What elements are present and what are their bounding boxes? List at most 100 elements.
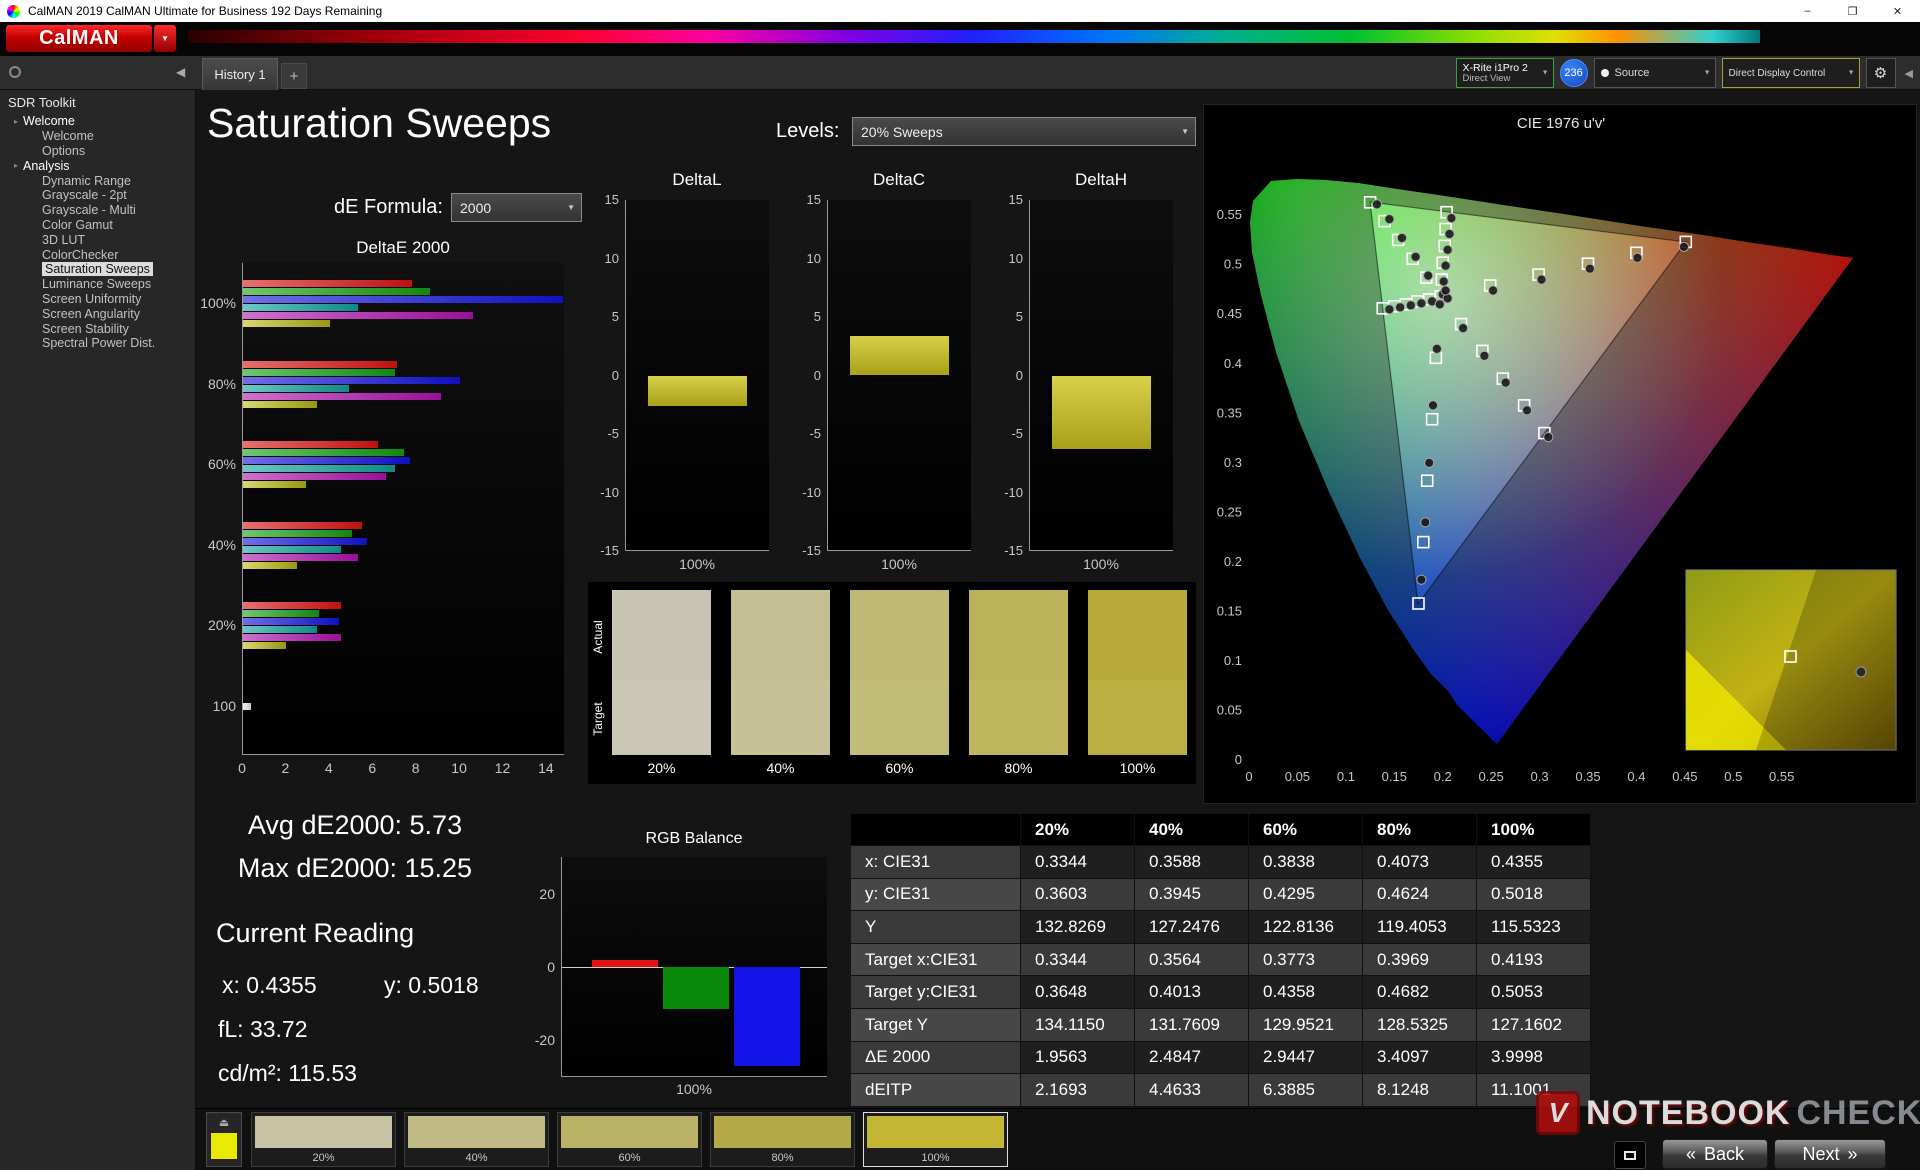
deltae-bar-blue — [243, 537, 367, 545]
sweep-patch-label: 20% — [312, 1152, 335, 1164]
deltae-bar-red — [243, 441, 378, 449]
sidebar-item-welcome[interactable]: Welcome — [0, 129, 196, 144]
chevron-down-icon: ▼ — [1847, 69, 1855, 77]
cie-x-tick: 0.1 — [1337, 769, 1355, 784]
strip-swatch-actual — [969, 590, 1068, 680]
sweep-patch-button-60[interactable]: 60% — [557, 1112, 702, 1167]
tab-history-1[interactable]: History 1 — [202, 58, 278, 90]
sidebar-item-options[interactable]: Options — [0, 144, 196, 159]
sidebar-item-color-gamut[interactable]: Color Gamut — [0, 218, 196, 233]
table-cell: 1.9563 — [1021, 1041, 1135, 1075]
next-button[interactable]: Next » — [1774, 1139, 1886, 1169]
sweep-patch-button-80[interactable]: 80% — [710, 1112, 855, 1167]
deltae-bar-blue — [243, 296, 563, 303]
panel-collapse-icon[interactable]: ◀ — [1902, 67, 1916, 80]
meter-selector[interactable]: X-Rite i1Pro 2 Direct View ▼ — [1455, 58, 1554, 88]
deltae-bar-magenta — [243, 553, 359, 561]
table-row-label: Target Y — [851, 1008, 1021, 1042]
minimize-icon[interactable]: – — [1785, 0, 1830, 22]
table-cell: 0.4073 — [1363, 846, 1477, 879]
table-row-label: dEITP — [851, 1074, 1021, 1107]
window-mode-button[interactable] — [1614, 1141, 1646, 1169]
cie-x-tick: 0.2 — [1434, 769, 1452, 784]
strip-swatch-target — [612, 680, 711, 755]
source-selector[interactable]: Source ▼ — [1593, 58, 1716, 88]
cie-measured-point — [1405, 300, 1416, 311]
table-cell: 115.5323 — [1477, 911, 1591, 944]
cie-measured-point — [1440, 285, 1451, 296]
display-control-selector[interactable]: Direct Display Control ▼ — [1721, 58, 1860, 88]
sidebar-item-screen-uniformity[interactable]: Screen Uniformity — [0, 292, 196, 307]
strip-swatch-label: 40% — [766, 760, 795, 776]
workflow-title: SDR Toolkit — [8, 95, 76, 110]
deltae-bar-cyan — [243, 545, 341, 553]
cie-measured-point — [1416, 574, 1427, 585]
sidebar-item-label: Color Gamut — [42, 217, 113, 232]
deltae-bar-yellow — [243, 642, 287, 650]
table-cell: 2.4847 — [1135, 1041, 1249, 1075]
table-cell: 131.7609 — [1135, 1008, 1249, 1042]
window-icon — [1624, 1150, 1636, 1160]
sidebar-item-spectral-power-dist[interactable]: Spectral Power Dist. — [0, 336, 196, 351]
close-icon[interactable]: ✕ — [1875, 0, 1920, 22]
sidebar-item-colorchecker[interactable]: ColorChecker — [0, 247, 196, 262]
sweep-patch-button-100[interactable]: 100% — [863, 1112, 1008, 1167]
deltae-chart-title: DeltaE 2000 — [356, 238, 450, 257]
sidebar-item-grayscale-2pt[interactable]: Grayscale - 2pt — [0, 188, 196, 203]
reading-count-badge[interactable]: 236 — [1559, 59, 1588, 87]
sidebar: SDR Toolkit ▸ Welcome Welcome Options ▸ Analy… — [0, 90, 196, 1170]
cie-y-tick: 0.1 — [1224, 653, 1242, 668]
sidebar-item-dynamic-range[interactable]: Dynamic Range — [0, 173, 196, 188]
sidebar-item-grayscale-multi[interactable]: Grayscale - Multi — [0, 203, 196, 218]
formula-dropdown[interactable]: 2000 ▼ — [451, 193, 582, 222]
notebookcheck-logo-icon: V — [1536, 1091, 1580, 1135]
levels-dropdown[interactable]: 20% Sweeps ▼ — [852, 117, 1196, 146]
deltae-bar-red — [243, 602, 341, 610]
back-button[interactable]: « Back — [1662, 1139, 1768, 1169]
cie-measured-point — [1440, 260, 1451, 271]
deltae-bar-yellow — [243, 400, 317, 408]
table-column-header: 80% — [1363, 814, 1477, 846]
maximize-icon[interactable]: ❐ — [1830, 0, 1875, 22]
workflow-dot-icon[interactable] — [9, 66, 21, 78]
cie-measured-point — [1446, 213, 1457, 224]
table-row-label: Target x:CIE31 — [851, 943, 1021, 977]
sidebar-item-3d-lut[interactable]: 3D LUT — [0, 232, 196, 247]
cie-measured-point — [1371, 199, 1382, 210]
new-tab-button[interactable]: + — [281, 63, 307, 89]
deltae-x-tick: 0 — [238, 760, 246, 776]
sweep-patch-label: 60% — [618, 1152, 641, 1164]
sidebar-item-luminance-sweeps[interactable]: Luminance Sweeps — [0, 277, 196, 292]
gear-icon[interactable]: ⚙ — [1865, 58, 1896, 88]
target-label: Target — [591, 702, 605, 736]
logo-menu-arrow-icon[interactable]: ▼ — [154, 25, 176, 52]
sidebar-item-saturation-sweeps[interactable]: Saturation Sweeps — [0, 262, 196, 277]
table-cell: 128.5325 — [1363, 1008, 1477, 1042]
current-patch-panel[interactable]: ⏏ — [206, 1112, 242, 1167]
y-tick: -5 — [607, 426, 619, 441]
sidebar-section-analysis[interactable]: ▸ Analysis — [0, 158, 196, 173]
sidebar-item-screen-stability[interactable]: Screen Stability — [0, 321, 196, 336]
calman-logo[interactable]: CalMAN — [6, 25, 152, 52]
cie-measured-point — [1423, 270, 1434, 281]
deltae-bar-red — [243, 280, 413, 287]
cie-measured-point — [1479, 350, 1490, 361]
cie-measured-point — [1458, 323, 1469, 334]
source-label: Source — [1614, 67, 1650, 79]
table-column-header: 40% — [1135, 814, 1249, 846]
sweep-patch-color — [561, 1116, 698, 1148]
sweep-patch-button-20[interactable]: 20% — [251, 1112, 396, 1167]
sidebar-collapse-icon[interactable]: ◀ — [176, 65, 185, 79]
deltae-bar-cyan — [243, 465, 395, 473]
delta-error-bar — [1052, 375, 1151, 450]
sidebar-section-welcome[interactable]: ▸ Welcome — [0, 114, 196, 129]
table-cell: 0.5053 — [1477, 976, 1591, 1009]
sweep-patch-button-40[interactable]: 40% — [404, 1112, 549, 1167]
chart-plot-deltal — [625, 200, 769, 551]
strip-swatch-target — [1088, 680, 1187, 755]
measurement-table: 20% 40% 60% 80% 100% x: CIE31 0.3344 0.3588 0.38… — [851, 814, 1592, 1107]
sidebar-section-label: Welcome — [23, 114, 75, 129]
sidebar-item-screen-angularity[interactable]: Screen Angularity — [0, 306, 196, 321]
swatch-comparison-strip: Actual Target 20% 40% 60% 80% 100% — [588, 582, 1196, 784]
table-cell: 0.3588 — [1135, 846, 1249, 879]
